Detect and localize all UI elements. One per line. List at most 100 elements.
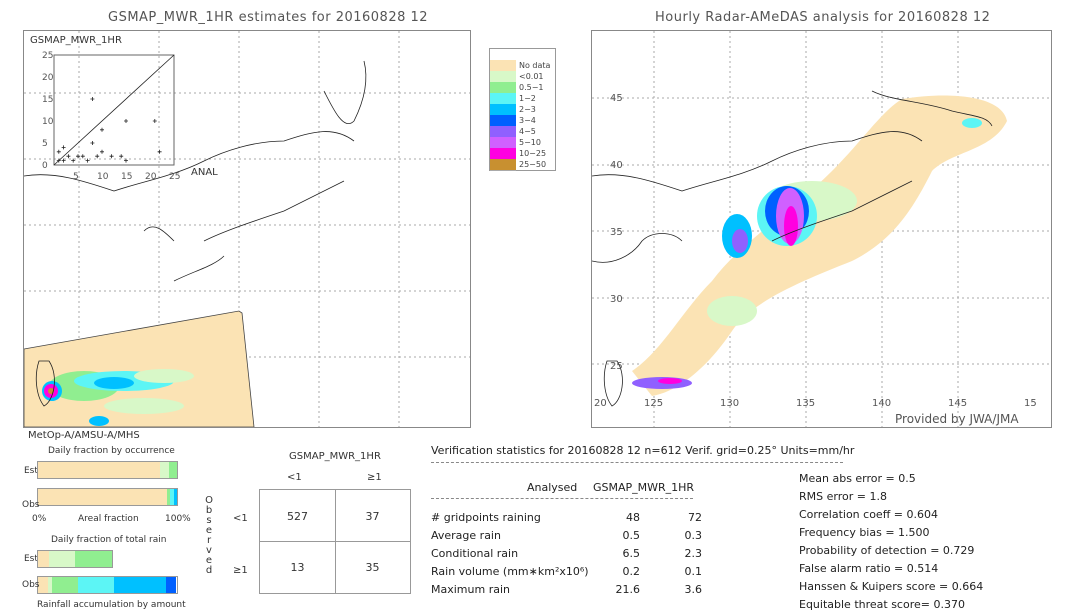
lat-tick: 40 — [610, 160, 623, 171]
inset-ytick: 10 — [42, 117, 54, 127]
scatter-point — [76, 154, 80, 159]
scatter-point — [71, 158, 76, 163]
score-line: False alarm ratio = 0.514 — [799, 562, 939, 575]
inset-ytick: 20 — [42, 73, 54, 83]
score-line: RMS error = 1.8 — [799, 490, 887, 503]
axis-mid: Areal fraction — [78, 514, 139, 524]
score-line: Probability of detection = 0.729 — [799, 544, 975, 557]
legend-item: 5−10 — [490, 136, 555, 149]
row-label-lt1: <1 — [233, 513, 248, 524]
bar-segment — [48, 551, 75, 567]
right-map-title: Hourly Radar-AMeDAS analysis for 2016082… — [655, 10, 991, 25]
legend-label: <0.01 — [519, 72, 544, 81]
scatter-point — [119, 154, 124, 159]
legend-item: 4−5 — [490, 125, 555, 138]
verif-label: # gridpoints raining — [431, 511, 541, 524]
scatter-point — [95, 154, 100, 159]
observed-row-title: Observed — [205, 495, 213, 576]
lat-tick: 25 — [610, 361, 623, 372]
scatter-point — [56, 149, 61, 154]
lon-tick: 145 — [948, 398, 967, 409]
legend-item: 25−50 — [490, 158, 555, 171]
legend-item: 10−25 — [490, 147, 555, 160]
verification-header: Verification statistics for 20160828 12 … — [431, 444, 855, 457]
legend-label: 10−25 — [519, 149, 547, 158]
accumulation-title: Rainfall accumulation by amount — [37, 600, 186, 610]
axis-left: 0% — [32, 514, 47, 524]
diagonal-line — [53, 54, 175, 166]
lon-tick: 20 — [594, 398, 607, 409]
scatter-point — [90, 141, 95, 145]
scatter-point — [124, 119, 128, 123]
tr-obs-label: Obs — [22, 580, 40, 590]
occ-obs-label: Obs — [22, 500, 40, 510]
scatter-point — [157, 149, 162, 154]
legend-label: 2−3 — [519, 105, 536, 114]
left-map-title: GSMAP_MWR_1HR estimates for 20160828 12 — [108, 10, 429, 25]
cell-fp: 37 — [365, 510, 380, 523]
bar-segment — [74, 551, 112, 567]
color-legend: No data <0.01 0.5−1 1−2 2−3 3−4 4−5 5−10 10−25 25… — [489, 48, 556, 171]
verif-label: Rain volume (mm∗km²x10⁶) — [431, 565, 589, 578]
verif-analysed: 48 — [626, 511, 640, 524]
verif-model: 72 — [688, 511, 702, 524]
col-analysed: Analysed — [527, 481, 578, 494]
legend-label: 5−10 — [519, 138, 541, 147]
score-line: Hanssen & Kuipers score = 0.664 — [799, 580, 984, 593]
total-rain-est-bar — [37, 550, 113, 568]
bar-segment — [114, 577, 166, 593]
bar-segment — [51, 577, 79, 593]
occurrence-est-bar — [37, 461, 178, 479]
scatter-point — [100, 127, 104, 132]
verif-label: Maximum rain — [431, 583, 510, 596]
row-label-ge1: ≥1 — [233, 565, 248, 576]
scatter-point — [100, 149, 104, 154]
verif-model: 0.3 — [684, 529, 703, 542]
verif-model: 2.3 — [684, 547, 703, 560]
verif-label: Average rain — [431, 529, 501, 542]
lat-tick: 45 — [610, 93, 623, 104]
credit-label: Provided by JWA/JMA — [895, 412, 1019, 426]
score-line: Equitable threat score= 0.370 — [799, 598, 965, 611]
contingency-header: GSMAP_MWR_1HR — [289, 451, 381, 462]
lon-tick: 135 — [796, 398, 815, 409]
scatter-point — [61, 158, 66, 163]
legend-label: 1−2 — [519, 94, 536, 103]
radar-coverage — [632, 95, 1007, 396]
score-line: Mean abs error = 0.5 — [799, 472, 916, 485]
score-line: Frequency bias = 1.500 — [799, 526, 930, 539]
legend-label: 4−5 — [519, 127, 536, 136]
verif-analysed: 0.2 — [622, 565, 641, 578]
inset-scatter: 0 5 10 15 20 25 5 10 15 20 25 — [42, 51, 180, 182]
lon-tick: 15 — [1024, 398, 1037, 409]
right-map: 45 40 35 30 25 20 125 130 135 140 145 15 Provided … — [591, 30, 1052, 428]
legend-swatch — [490, 158, 516, 171]
occurrence-obs-bar — [37, 488, 178, 506]
score-line: Correlation coeff = 0.604 — [799, 508, 938, 521]
scatter-point — [109, 154, 114, 159]
legend-item: 0.5−1 — [490, 81, 555, 94]
bar-segment — [160, 462, 169, 478]
inset-xtick: 15 — [121, 172, 132, 182]
total-rain-title: Daily fraction of total rain — [51, 535, 167, 545]
cell-tn: 527 — [287, 510, 308, 523]
inset-xlabel: ANAL — [191, 167, 218, 178]
right-map-canvas: 45 40 35 30 25 20 125 130 135 140 145 15 — [592, 31, 1051, 427]
contingency-table: 527 37 13 35 — [259, 489, 411, 594]
verif-analysed: 6.5 — [622, 547, 641, 560]
inset-xtick: 5 — [73, 172, 79, 182]
bar-segment — [168, 462, 177, 478]
lon-tick: 140 — [872, 398, 891, 409]
inset-ytick: 25 — [42, 51, 53, 61]
inset-ytick: 5 — [42, 139, 48, 149]
legend-item — [490, 48, 555, 61]
verif-analysed: 0.5 — [622, 529, 641, 542]
verif-label: Conditional rain — [431, 547, 519, 560]
inset-xtick: 10 — [97, 172, 109, 182]
bar-segment — [38, 551, 49, 567]
inset-xtick: 25 — [169, 172, 180, 182]
lon-tick: 130 — [720, 398, 739, 409]
scatter-point — [90, 97, 95, 101]
bar-segment — [174, 489, 177, 505]
lat-tick: 35 — [610, 227, 623, 238]
